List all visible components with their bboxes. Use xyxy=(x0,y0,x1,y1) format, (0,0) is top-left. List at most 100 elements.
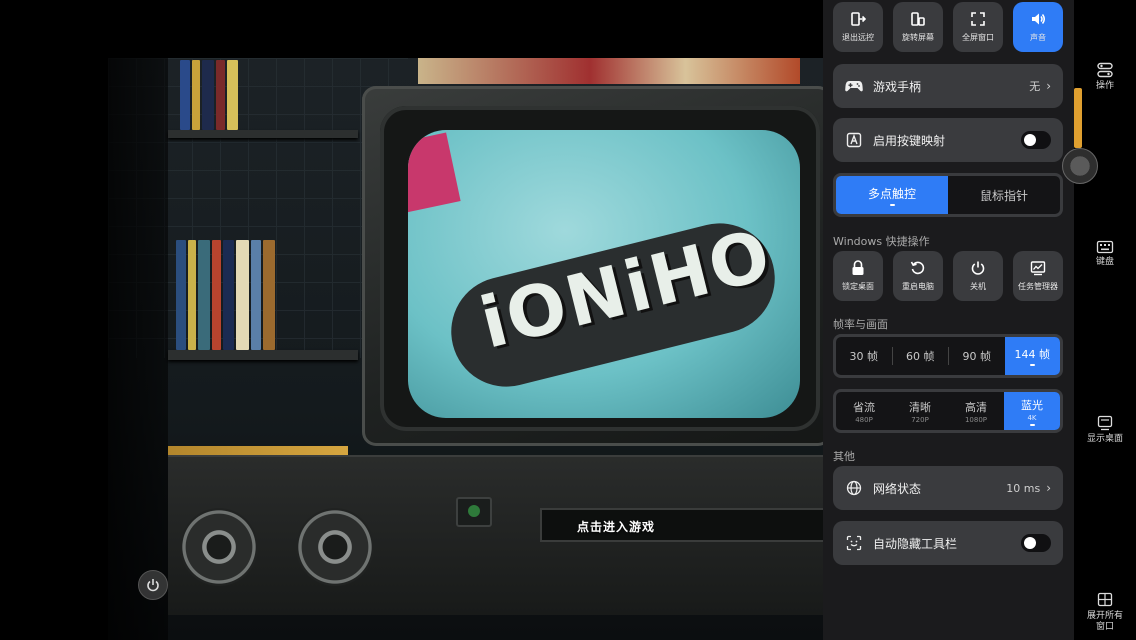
exit-icon xyxy=(851,12,866,26)
deck-indicator-light xyxy=(468,505,480,517)
rail-keyboard-button[interactable]: 键盘 xyxy=(1074,240,1136,268)
rail-keyboard-label: 键盘 xyxy=(1095,257,1114,267)
quality-option-1080p[interactable]: 高清 1080P xyxy=(948,392,1004,430)
screen-corner-art xyxy=(408,132,461,214)
globe-icon xyxy=(845,479,863,497)
selected-indicator xyxy=(1029,364,1035,366)
quality-option-label: 高清 xyxy=(965,400,987,414)
auto-hide-icon xyxy=(845,534,863,552)
fullscreen-window-label: 全屏窗口 xyxy=(962,33,994,42)
speaker-left xyxy=(180,508,258,586)
frame-section-title: 帧率与画面 xyxy=(833,318,888,331)
scene-left-shade xyxy=(0,58,168,640)
quality-option-720p[interactable]: 清晰 720P xyxy=(892,392,948,430)
key-mapping-label: 启用按键映射 xyxy=(873,133,946,148)
shutdown-button[interactable]: 关机 xyxy=(953,251,1003,301)
input-mode-multitouch-label: 多点触控 xyxy=(867,186,916,201)
rail-expand-windows-label: 展开所有 窗口 xyxy=(1086,611,1123,632)
auto-hide-toolbar-toggle[interactable] xyxy=(1021,534,1051,552)
selected-indicator xyxy=(889,203,895,206)
quality-option-resolution: 480P xyxy=(855,415,873,424)
gamepad-row[interactable]: 游戏手柄 无 › xyxy=(833,64,1063,108)
exit-remote-button[interactable]: 退出远控 xyxy=(833,2,883,52)
rail-show-desktop-label: 显示桌面 xyxy=(1086,434,1123,444)
rotate-screen-icon xyxy=(911,12,925,26)
chevron-right-icon: › xyxy=(1046,79,1051,93)
input-mode-mouse-label: 鼠标指针 xyxy=(979,188,1028,203)
power-icon xyxy=(971,261,985,275)
input-mode-multitouch[interactable]: 多点触控 xyxy=(836,176,948,214)
quality-option-label: 省流 xyxy=(853,400,875,414)
fps-option-144[interactable]: 144 帧 xyxy=(1004,337,1060,375)
other-section-title: 其他 xyxy=(833,450,855,463)
chevron-right-icon: › xyxy=(1046,481,1051,495)
gamepad-value: 无 xyxy=(1029,80,1041,93)
sound-button[interactable]: 声音 xyxy=(1013,2,1063,52)
power-icon xyxy=(147,579,159,592)
quality-option-label: 清晰 xyxy=(909,400,931,414)
rail-show-desktop-button[interactable]: 显示桌面 xyxy=(1074,415,1136,445)
lock-icon xyxy=(852,260,864,275)
quality-option-resolution: 1080P xyxy=(964,415,988,424)
quality-option-resolution: 720P xyxy=(911,415,929,424)
exit-remote-label: 退出远控 xyxy=(842,33,874,42)
remote-settings-panel: 退出远控 旋转屏幕 全屏窗口 声音 游戏手柄 无 › 启用按键映射 多点触控 鼠… xyxy=(823,0,1074,640)
toggle-knob xyxy=(1024,537,1036,549)
fps-option-label: 144 帧 xyxy=(1014,348,1051,361)
fps-option-label: 60 帧 xyxy=(906,350,935,363)
speaker-right xyxy=(296,508,374,586)
fps-option-90[interactable]: 90 帧 xyxy=(949,337,1005,375)
task-manager-icon xyxy=(1030,261,1046,276)
fullscreen-icon xyxy=(971,12,985,26)
rotate-screen-label: 旋转屏幕 xyxy=(902,33,934,42)
floating-power-button[interactable] xyxy=(138,570,168,600)
auto-hide-toolbar-row: 自动隐藏工具栏 xyxy=(833,521,1063,565)
expand-windows-icon xyxy=(1097,592,1113,607)
quality-option-480p[interactable]: 省流 480P xyxy=(836,392,892,430)
book-row-middle xyxy=(176,240,275,350)
key-mapping-toggle[interactable] xyxy=(1021,131,1051,149)
fps-selector: 30 帧 60 帧 90 帧 144 帧 xyxy=(833,334,1063,378)
fullscreen-window-button[interactable]: 全屏窗口 xyxy=(953,2,1003,52)
wall-poster xyxy=(418,58,800,84)
task-manager-button[interactable]: 任务管理器 xyxy=(1013,251,1063,301)
lock-desktop-label: 锁定桌面 xyxy=(842,282,874,291)
network-latency-value: 10 ms xyxy=(1006,481,1041,495)
fps-option-30[interactable]: 30 帧 xyxy=(836,337,892,375)
sound-label: 声音 xyxy=(1030,33,1046,42)
quality-option-4k[interactable]: 蓝光 4K xyxy=(1004,392,1060,430)
show-desktop-icon xyxy=(1097,415,1113,431)
toggle-knob xyxy=(1024,134,1036,146)
top-action-row: 退出远控 旋转屏幕 全屏窗口 声音 xyxy=(833,2,1063,52)
key-mapping-icon xyxy=(845,131,863,149)
shelf-middle xyxy=(168,350,358,360)
book-row-top xyxy=(180,60,238,130)
rail-controls-label: 操作 xyxy=(1095,81,1114,91)
input-mode-mouse[interactable]: 鼠标指针 xyxy=(948,176,1060,214)
overlay-edge-handle xyxy=(1074,88,1082,148)
input-mode-selector: 多点触控 鼠标指针 xyxy=(833,173,1063,217)
restart-icon xyxy=(910,261,925,275)
restart-pc-button[interactable]: 重启电脑 xyxy=(893,251,943,301)
task-manager-label: 任务管理器 xyxy=(1018,282,1058,291)
network-status-label: 网络状态 xyxy=(873,481,922,496)
controls-icon xyxy=(1097,62,1113,78)
lock-desktop-button[interactable]: 锁定桌面 xyxy=(833,251,883,301)
quality-option-label: 蓝光 xyxy=(1021,398,1043,412)
windows-quick-actions: 锁定桌面 重启电脑 关机 任务管理器 xyxy=(833,251,1063,301)
fps-option-60[interactable]: 60 帧 xyxy=(893,337,949,375)
network-status-row[interactable]: 网络状态 10 ms › xyxy=(833,466,1063,510)
floating-joystick[interactable] xyxy=(1062,148,1098,184)
key-mapping-row: 启用按键映射 xyxy=(833,118,1063,162)
selected-indicator xyxy=(1029,423,1035,426)
restart-pc-label: 重启电脑 xyxy=(902,282,934,291)
keyboard-icon xyxy=(1096,240,1114,254)
rail-controls-button[interactable]: 操作 xyxy=(1074,62,1136,92)
windows-section-title: Windows 快捷操作 xyxy=(833,235,930,248)
shutdown-label: 关机 xyxy=(970,282,986,291)
rail-expand-windows-button[interactable]: 展开所有 窗口 xyxy=(1074,592,1136,633)
click-to-enter-prompt[interactable]: 点击进入游戏 xyxy=(577,518,655,535)
shelf-top xyxy=(168,130,358,138)
rotate-screen-button[interactable]: 旋转屏幕 xyxy=(893,2,943,52)
speaker-icon xyxy=(1032,13,1045,25)
